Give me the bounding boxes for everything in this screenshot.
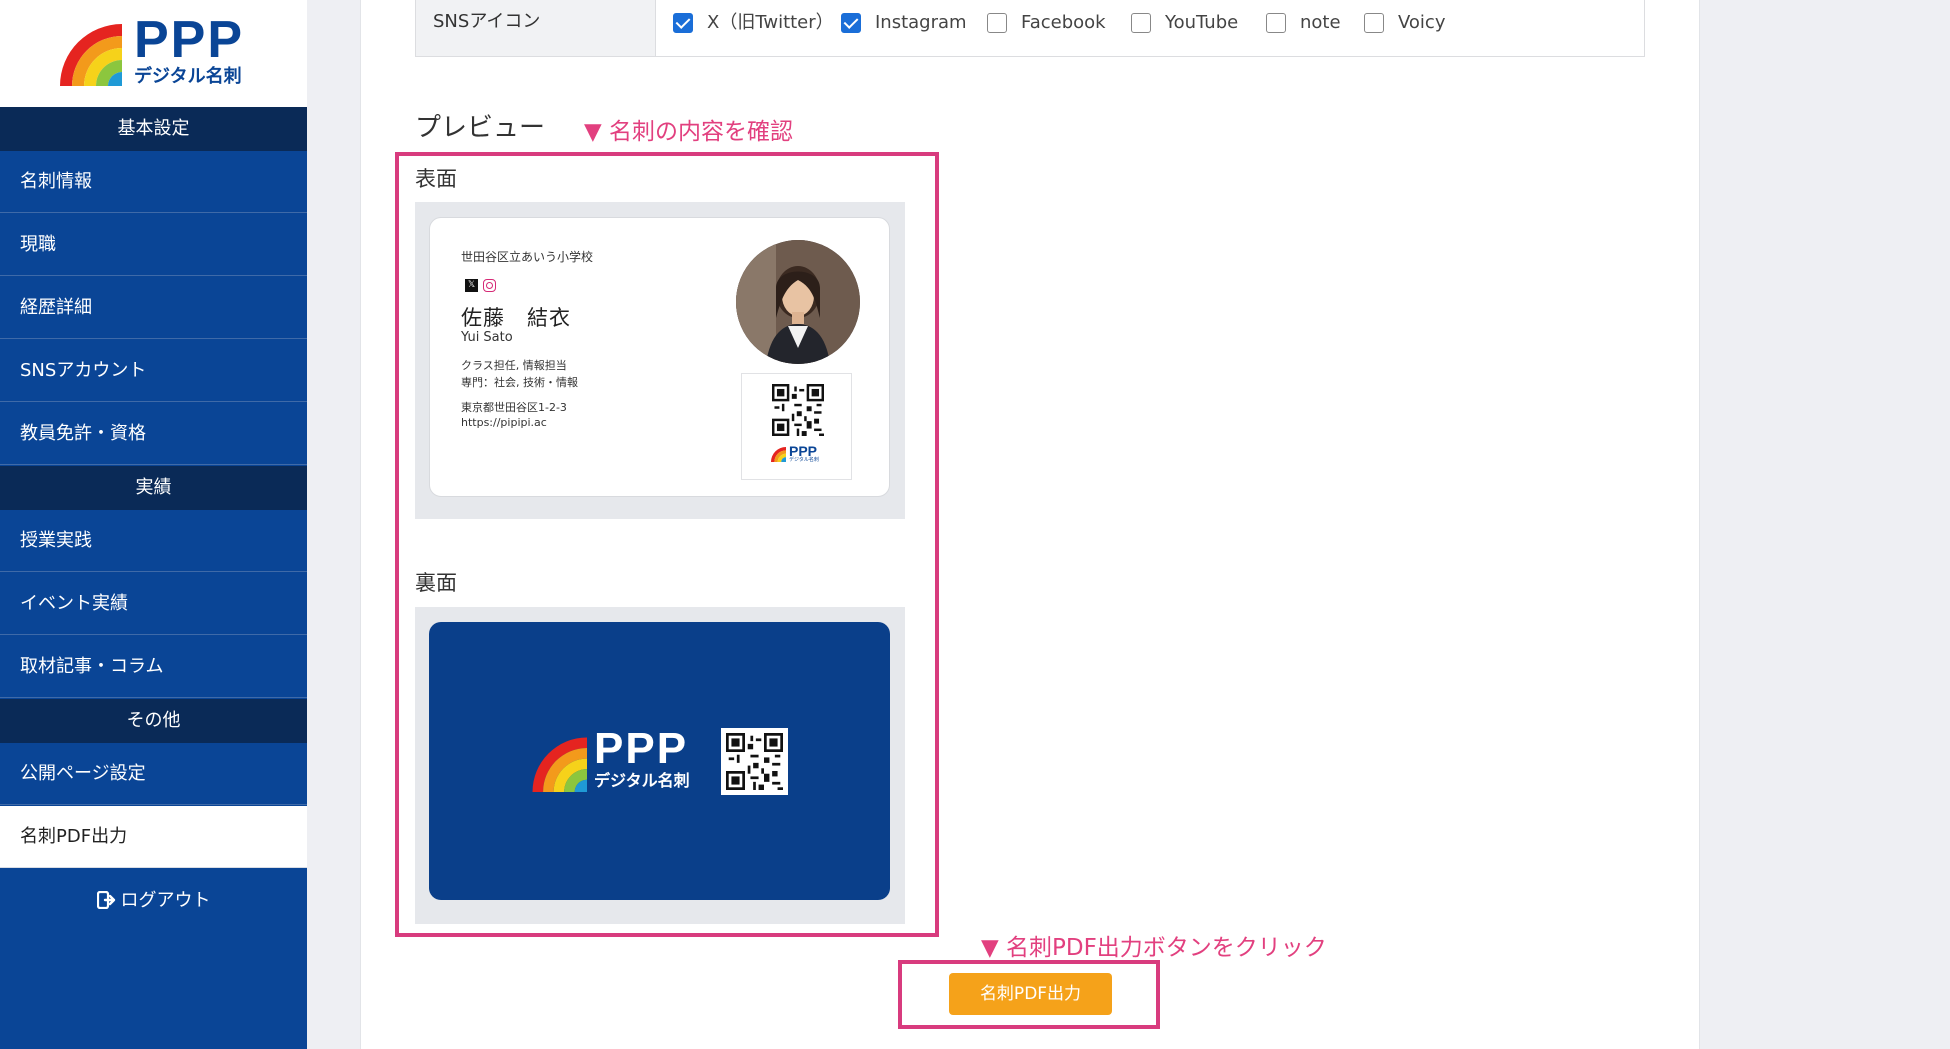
section-header-achievements: 実績 xyxy=(0,466,307,510)
sidebar-item-events[interactable]: イベント実績 xyxy=(0,573,307,635)
sidebar-item-pdf-export[interactable]: 名刺PDF出力 xyxy=(0,806,307,868)
annotation-check-content: ▼ 名刺の内容を確認 xyxy=(584,119,793,145)
card-name-roman: Yui Sato xyxy=(461,330,513,345)
sidebar-item-career[interactable]: 経歴詳細 xyxy=(0,277,307,339)
card-front: 世田谷区立あいう小学校 𝕏 佐藤 結衣 Yui Sato クラス担任, 情報担当… xyxy=(429,217,890,497)
checkbox-youtube[interactable] xyxy=(1131,13,1151,33)
card-back: PPP デジタル名刺 xyxy=(429,622,890,900)
card-url: https://pipipi.ac xyxy=(461,416,547,429)
rainbow-logo-icon xyxy=(60,24,122,86)
logout-icon xyxy=(96,891,115,909)
sidebar-item-public-page[interactable]: 公開ページ設定 xyxy=(0,743,307,805)
rainbow-logo-icon xyxy=(770,446,786,462)
logo-subtitle: デジタル名刺 xyxy=(134,66,242,87)
card-back-logo-text: PPP xyxy=(594,724,689,773)
checkbox-instagram[interactable] xyxy=(841,13,861,33)
sidebar-item-current-job[interactable]: 現職 xyxy=(0,214,307,276)
annotation-click-button: ▼ 名刺PDF出力ボタンをクリック xyxy=(981,935,1327,961)
sidebar: PPP デジタル名刺 基本設定 名刺情報 現職 経歴詳細 SNSアカウント 教員… xyxy=(0,0,307,1049)
sidebar-item-card-info[interactable]: 名刺情報 xyxy=(0,151,307,213)
back-label: 裏面 xyxy=(415,571,457,595)
card-back-qr xyxy=(721,728,788,795)
checkbox-note[interactable] xyxy=(1266,13,1286,33)
brand-logo[interactable]: PPP デジタル名刺 xyxy=(0,0,307,107)
sns-icon-label: SNSアイコン xyxy=(416,0,656,56)
logo-text: PPP xyxy=(134,11,245,69)
qr-code-icon xyxy=(726,733,783,790)
profile-photo xyxy=(736,240,860,364)
x-icon: 𝕏 xyxy=(465,279,478,292)
front-label: 表面 xyxy=(415,167,457,191)
sidebar-item-articles[interactable]: 取材記事・コラム xyxy=(0,636,307,698)
card-address: 東京都世田谷区1-2-3 xyxy=(461,401,567,414)
sidebar-item-license[interactable]: 教員免許・資格 xyxy=(0,403,307,465)
checkbox-facebook[interactable] xyxy=(987,13,1007,33)
card-role: クラス担任, 情報担当 xyxy=(461,359,567,372)
card-back-logo-subtitle: デジタル名刺 xyxy=(594,771,690,790)
checkbox-x[interactable] xyxy=(673,13,693,33)
logout-button[interactable]: ログアウト xyxy=(0,886,307,912)
card-name: 佐藤 結衣 xyxy=(461,306,571,330)
sns-icon-row: SNSアイコン X（旧Twitter） Instagram Facebook Y… xyxy=(415,0,1645,57)
section-header-basic: 基本設定 xyxy=(0,107,307,151)
preview-title: プレビュー xyxy=(415,113,546,143)
card-school: 世田谷区立あいう小学校 xyxy=(461,250,594,264)
logout-label: ログアウト xyxy=(120,890,211,911)
card-specialty: 専門：社会, 技術・情報 xyxy=(461,376,578,389)
qr-code-icon xyxy=(772,384,824,436)
rainbow-logo-icon xyxy=(532,737,587,792)
checkbox-voicy[interactable] xyxy=(1364,13,1384,33)
card-qr-box: PPP デジタル名刺 xyxy=(741,373,852,480)
sidebar-item-lessons[interactable]: 授業実践 xyxy=(0,510,307,572)
section-header-other: その他 xyxy=(0,699,307,743)
sidebar-item-sns-account[interactable]: SNSアカウント xyxy=(0,340,307,402)
instagram-icon xyxy=(483,279,496,292)
pdf-export-button[interactable]: 名刺PDF出力 xyxy=(949,973,1112,1015)
